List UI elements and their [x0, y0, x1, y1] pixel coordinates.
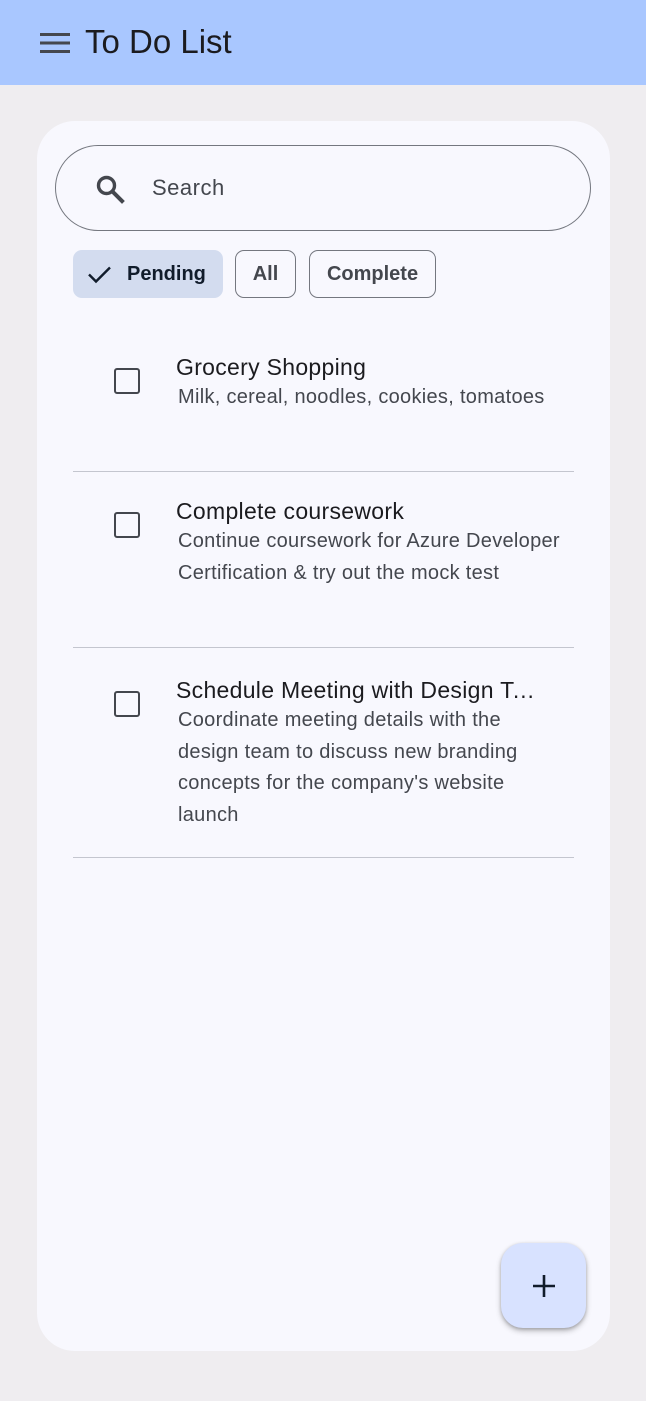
menu-button[interactable] — [38, 28, 72, 58]
search-icon — [94, 173, 126, 205]
todo-title: Complete coursework — [176, 498, 405, 524]
todo-item[interactable]: Grocery Shopping Milk, cereal, noodles, … — [73, 332, 574, 472]
todo-card: Pending All Complete Grocery Shopping Mi… — [37, 121, 610, 1351]
add-todo-button[interactable] — [501, 1243, 586, 1328]
filter-chip-all-label: All — [252, 262, 279, 285]
todo-description: Coordinate meeting details with the desi… — [178, 709, 518, 826]
search-input[interactable] — [152, 166, 552, 210]
app-title: To Do List — [85, 23, 232, 60]
filter-chip-pending[interactable]: Pending — [73, 250, 223, 298]
todo-title: Schedule Meeting with Design Team — [176, 677, 546, 703]
todo-description: Milk, cereal, noodles, cookies, tomatoes — [178, 386, 545, 408]
filter-chip-all[interactable]: All — [235, 250, 296, 298]
todo-checkbox[interactable] — [114, 512, 140, 538]
todo-checkbox[interactable] — [114, 368, 140, 394]
search-bar[interactable] — [55, 145, 591, 231]
todo-title: Grocery Shopping — [176, 354, 367, 380]
filter-chip-complete-label: Complete — [326, 262, 419, 285]
todo-item[interactable]: Complete coursework Continue coursework … — [73, 472, 574, 648]
todo-item[interactable]: Schedule Meeting with Design Team Coordi… — [73, 648, 574, 858]
menu-icon — [40, 33, 70, 53]
check-icon — [88, 266, 111, 284]
top-app-bar: To Do List — [0, 0, 646, 85]
todo-description: Continue coursework for Azure Developer … — [178, 530, 560, 584]
plus-icon — [532, 1274, 555, 1297]
todo-checkbox[interactable] — [114, 691, 140, 717]
filter-chip-complete[interactable]: Complete — [309, 250, 436, 298]
filter-chip-pending-label: Pending — [127, 262, 206, 285]
